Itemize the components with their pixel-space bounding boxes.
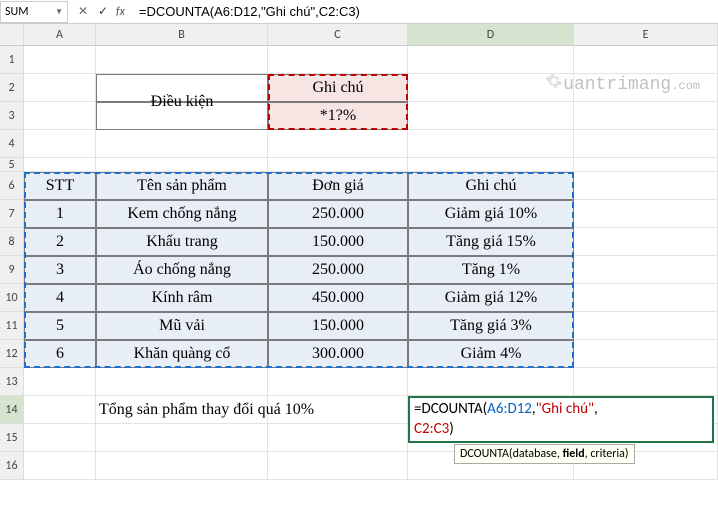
table-cell[interactable]: 150.000 (268, 312, 408, 340)
criteria-field-cell[interactable]: Ghi chú (268, 74, 408, 102)
row-header[interactable]: 14 (0, 396, 24, 424)
table-header[interactable]: Đơn giá (268, 172, 408, 200)
row-header[interactable]: 6 (0, 172, 24, 200)
row-header[interactable]: 3 (0, 102, 24, 130)
criteria-label-cell[interactable] (96, 74, 268, 102)
col-header[interactable]: A (24, 24, 96, 45)
table-cell[interactable]: Tăng giá 15% (408, 228, 574, 256)
table-cell[interactable]: Kem chống nắng (96, 200, 268, 228)
table-cell[interactable]: Mũ vải (96, 312, 268, 340)
table-cell[interactable]: 2 (24, 228, 96, 256)
table-cell[interactable]: 250.000 (268, 256, 408, 284)
row-header[interactable]: 15 (0, 424, 24, 452)
table-cell[interactable]: Giảm giá 12% (408, 284, 574, 312)
row-header[interactable]: 7 (0, 200, 24, 228)
formula-bar: SUM ▼ ✕ ✓ fx (0, 0, 718, 24)
table-cell[interactable]: 5 (24, 312, 96, 340)
function-tooltip[interactable]: DCOUNTA(database, field, criteria) (454, 444, 635, 464)
name-box[interactable]: SUM ▼ (0, 1, 68, 23)
table-cell[interactable]: 3 (24, 256, 96, 284)
cancel-icon[interactable]: ✕ (76, 4, 90, 19)
col-header[interactable]: D (408, 24, 574, 45)
col-header[interactable]: E (574, 24, 718, 45)
criteria-label-cell[interactable] (96, 102, 268, 130)
criteria-pattern-cell[interactable]: *1?% (268, 102, 408, 130)
row-header[interactable]: 16 (0, 452, 24, 480)
row-header[interactable]: 13 (0, 368, 24, 396)
formula-bar-buttons: ✕ ✓ fx (68, 4, 133, 19)
row-header[interactable]: 8 (0, 228, 24, 256)
table-header[interactable]: Ghi chú (408, 172, 574, 200)
table-header[interactable]: Tên sản phẩm (96, 172, 268, 200)
table-cell[interactable]: 6 (24, 340, 96, 368)
col-header[interactable]: B (96, 24, 268, 45)
table-cell[interactable]: 300.000 (268, 340, 408, 368)
row-header[interactable]: 11 (0, 312, 24, 340)
column-headers: A B C D E (24, 24, 718, 46)
fx-icon[interactable]: fx (116, 5, 125, 19)
table-cell[interactable]: Tăng giá 3% (408, 312, 574, 340)
chevron-down-icon[interactable]: ▼ (55, 7, 63, 17)
name-box-value: SUM (5, 5, 28, 19)
row-header[interactable]: 12 (0, 340, 24, 368)
summary-label-cell[interactable]: Tổng sản phẩm thay đổi quá 10% (96, 396, 268, 424)
spreadsheet-grid: 1 2 3 4 5 6 7 8 9 10 11 12 13 14 15 16 A… (0, 24, 718, 480)
select-all-corner[interactable] (0, 24, 24, 46)
row-header[interactable]: 9 (0, 256, 24, 284)
col-header[interactable]: C (268, 24, 408, 45)
confirm-icon[interactable]: ✓ (96, 4, 110, 19)
table-cell[interactable]: Tăng 1% (408, 256, 574, 284)
row-header[interactable]: 4 (0, 130, 24, 158)
table-cell[interactable]: 4 (24, 284, 96, 312)
cells-area[interactable]: Ghi chú *1?% STT Tên sản phẩm Đơn giá Gh… (24, 46, 718, 480)
table-cell[interactable]: Áo chống nắng (96, 256, 268, 284)
table-cell[interactable]: 1 (24, 200, 96, 228)
formula-cell-content: =DCOUNTA(A6:D12,"Ghi chú",C2:C3) (411, 398, 711, 441)
table-cell[interactable]: Khẩu trang (96, 228, 268, 256)
table-cell[interactable]: Giảm giá 10% (408, 200, 574, 228)
row-header[interactable]: 2 (0, 74, 24, 102)
row-header[interactable]: 10 (0, 284, 24, 312)
table-cell[interactable]: 250.000 (268, 200, 408, 228)
table-cell[interactable]: Khăn quàng cổ (96, 340, 268, 368)
row-header[interactable]: 1 (0, 46, 24, 74)
row-header[interactable]: 5 (0, 158, 24, 172)
table-cell[interactable]: Kính râm (96, 284, 268, 312)
table-header[interactable]: STT (24, 172, 96, 200)
row-headers: 1 2 3 4 5 6 7 8 9 10 11 12 13 14 15 16 (0, 24, 24, 480)
table-cell[interactable]: Giảm 4% (408, 340, 574, 368)
table-cell[interactable]: 150.000 (268, 228, 408, 256)
formula-input[interactable] (133, 2, 718, 21)
table-cell[interactable]: 450.000 (268, 284, 408, 312)
